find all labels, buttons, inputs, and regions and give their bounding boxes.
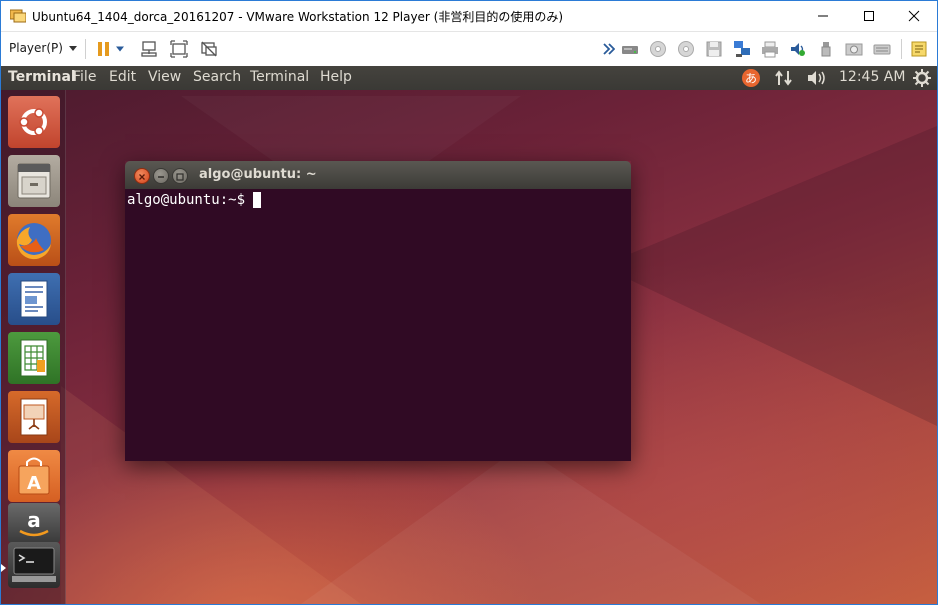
- menu-file[interactable]: File: [73, 69, 96, 85]
- ubuntu-launcher: A a: [1, 90, 66, 604]
- libreoffice-calc-icon[interactable]: [8, 332, 60, 384]
- file-cabinet-icon: [17, 163, 51, 199]
- calc-spreadsheet-icon: [20, 339, 48, 377]
- amazon-logo-icon: a: [19, 508, 49, 537]
- close-icon: [139, 174, 145, 180]
- terminal-prompt-line: algo@ubuntu:~$: [127, 192, 262, 208]
- minimize-button[interactable]: [800, 1, 846, 31]
- vmware-app-icon: [10, 9, 26, 23]
- window-title: Ubuntu64_1404_dorca_20161207 - VMware Wo…: [32, 10, 564, 24]
- network-arrows-icon[interactable]: [775, 70, 793, 86]
- input-method-icon[interactable]: あ: [741, 68, 761, 88]
- ubuntu-dash-icon[interactable]: [8, 96, 60, 148]
- maximize-icon: [864, 11, 874, 21]
- maximize-icon: [176, 173, 184, 181]
- menu-view[interactable]: View: [148, 69, 181, 85]
- svg-text:A: A: [27, 473, 41, 494]
- software-center-icon[interactable]: A: [8, 450, 60, 502]
- menu-edit[interactable]: Edit: [109, 69, 136, 85]
- chevron-down-icon: [68, 45, 77, 51]
- terminal-titlebar[interactable]: algo@ubuntu: ~: [125, 161, 631, 189]
- menu-help[interactable]: Help: [320, 69, 352, 85]
- menu-search[interactable]: Search: [193, 69, 241, 85]
- amazon-icon[interactable]: a: [8, 503, 60, 543]
- sound-icon[interactable]: [789, 40, 807, 58]
- firefox-logo-icon: [16, 223, 51, 260]
- player-menu-label: Player(P): [9, 41, 63, 55]
- terminal-minimize-button[interactable]: [153, 168, 169, 184]
- unity-mode-icon[interactable]: [200, 40, 218, 58]
- message-log-icon[interactable]: [910, 40, 928, 58]
- ubuntu-logo-icon: [19, 108, 47, 136]
- shopping-bag-icon: A: [18, 457, 50, 495]
- vmware-player-window: Ubuntu64_1404_dorca_20161207 - VMware Wo…: [0, 0, 938, 605]
- network-icon[interactable]: [733, 40, 751, 58]
- active-app-arrow: [1, 564, 6, 572]
- window-titlebar[interactable]: Ubuntu64_1404_dorca_20161207 - VMware Wo…: [1, 1, 937, 31]
- toolbar-divider: [901, 39, 902, 59]
- player-menu-button[interactable]: Player(P): [9, 41, 77, 55]
- panel-clock[interactable]: 12:45 AM: [839, 69, 905, 85]
- minimize-icon: [818, 15, 828, 17]
- svg-text:あ: あ: [745, 72, 757, 86]
- cd-drive-icon[interactable]: [677, 40, 695, 58]
- volume-icon[interactable]: [807, 70, 827, 86]
- panel-app-name: Terminal: [8, 69, 76, 85]
- floppy-icon[interactable]: [705, 40, 723, 58]
- terminal-screen-icon: [12, 547, 56, 582]
- vmware-toolbar: Player(P): [1, 31, 937, 67]
- files-icon[interactable]: [8, 155, 60, 207]
- terminal-window[interactable]: algo@ubuntu: ~ algo@ubuntu:~$: [125, 161, 631, 461]
- terminal-body[interactable]: algo@ubuntu:~$: [125, 189, 631, 461]
- ubuntu-top-panel: Terminal File Edit View Search Terminal …: [1, 66, 937, 90]
- terminal-maximize-button[interactable]: [172, 168, 188, 184]
- hidden-devices-icon[interactable]: [603, 42, 615, 56]
- session-gear-icon[interactable]: [913, 69, 931, 87]
- terminal-icon[interactable]: [8, 542, 60, 588]
- send-ctrl-alt-del-icon[interactable]: [140, 40, 158, 58]
- maximize-button[interactable]: [846, 1, 892, 31]
- writer-document-icon: [20, 280, 48, 318]
- keyboard-icon[interactable]: [873, 40, 891, 58]
- terminal-cursor: [253, 192, 262, 208]
- usb-icon[interactable]: [817, 40, 835, 58]
- fit-guest-icon[interactable]: [170, 40, 188, 58]
- close-icon: [908, 10, 920, 22]
- svg-text:a: a: [27, 508, 41, 532]
- toolbar-divider: [85, 39, 86, 59]
- libreoffice-impress-icon[interactable]: [8, 391, 60, 443]
- impress-presentation-icon: [20, 398, 48, 436]
- minimize-icon: [158, 176, 164, 178]
- menu-terminal[interactable]: Terminal: [250, 69, 309, 85]
- libreoffice-writer-icon[interactable]: [8, 273, 60, 325]
- printer-icon[interactable]: [761, 40, 779, 58]
- terminal-close-button[interactable]: [134, 168, 150, 184]
- pause-icon[interactable]: [95, 40, 113, 58]
- close-button[interactable]: [891, 1, 937, 31]
- firefox-icon[interactable]: [8, 214, 60, 266]
- dropdown-arrow-icon[interactable]: [116, 46, 124, 52]
- terminal-title: algo@ubuntu: ~: [199, 167, 317, 182]
- camera-icon[interactable]: [845, 40, 863, 58]
- terminal-prompt: algo@ubuntu:~$: [127, 192, 246, 208]
- cd-drive-icon[interactable]: [649, 40, 667, 58]
- guest-screen[interactable]: Terminal File Edit View Search Terminal …: [1, 66, 937, 604]
- hard-disk-icon[interactable]: [621, 40, 639, 58]
